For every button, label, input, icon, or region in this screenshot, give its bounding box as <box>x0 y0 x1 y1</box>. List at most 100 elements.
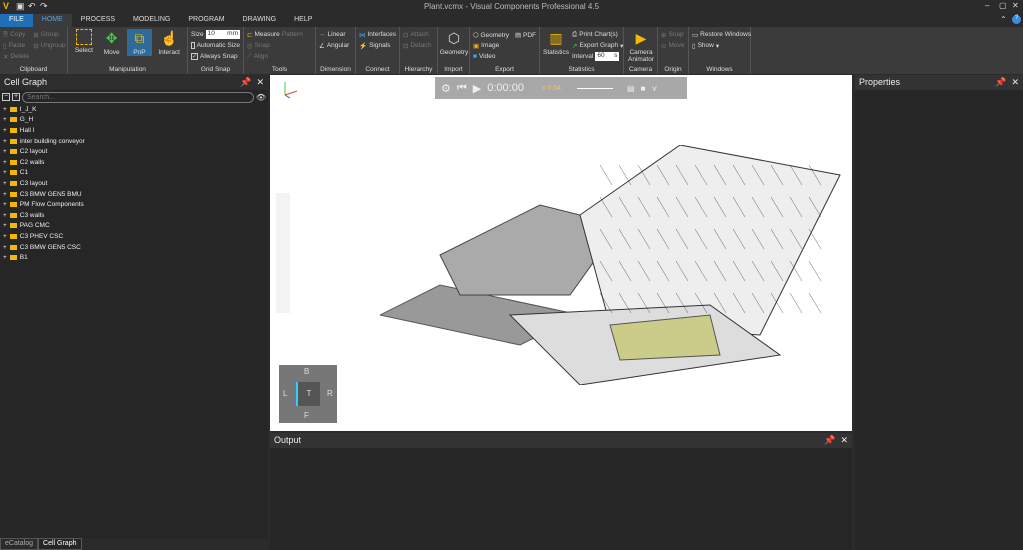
tree-item[interactable]: + C3 PHEV CSC <box>0 231 268 242</box>
origin-move-button[interactable]: ⊙ Move <box>661 40 685 51</box>
video-record-icon[interactable]: ■ <box>641 84 646 93</box>
tree-item[interactable]: + C2 walls <box>0 157 268 168</box>
tree-item[interactable]: + I_J_K <box>0 104 268 115</box>
collapse-ribbon-icon[interactable]: ⌃ <box>1000 15 1007 24</box>
tab-help[interactable]: HELP <box>285 14 321 27</box>
close-icon[interactable]: ✕ <box>256 77 264 87</box>
show-button[interactable]: ▯ Show ▾ <box>692 40 747 51</box>
detach-button[interactable]: ⊡ Detach <box>403 40 434 51</box>
play-button[interactable]: ▶ <box>473 82 481 95</box>
attach-button[interactable]: ⊡ Attach <box>403 29 434 40</box>
paste-button[interactable]: ▯ Paste <box>3 40 29 51</box>
speed-slider[interactable] <box>577 87 614 89</box>
filter-icon[interactable]: ⋎ <box>651 84 657 93</box>
expand-icon[interactable]: + <box>3 233 7 240</box>
tree-item[interactable]: + C3 walls <box>0 210 268 221</box>
expand-icon[interactable]: + <box>3 180 7 187</box>
navigation-cube[interactable]: B L T R F <box>279 365 337 423</box>
copy-button[interactable]: ⎘ Copy <box>3 29 29 40</box>
tab-home[interactable]: HOME <box>32 14 72 27</box>
tab-file[interactable]: FILE <box>0 14 33 27</box>
interval-input[interactable]: 60 s <box>595 52 620 61</box>
tab-ecatalog[interactable]: eCatalog <box>0 538 39 550</box>
select-button[interactable]: Select <box>71 29 97 54</box>
expand-icon[interactable]: + <box>3 138 7 145</box>
cube-face-top[interactable]: T <box>296 382 320 406</box>
snap-button[interactable]: ◎ Snap <box>247 40 312 51</box>
cube-face-left[interactable]: L <box>283 389 287 398</box>
cube-face-back[interactable]: B <box>304 367 309 376</box>
cube-face-right[interactable]: R <box>327 389 333 398</box>
interact-button[interactable]: ☝ Interact <box>154 29 184 56</box>
pin-icon[interactable]: 📌 <box>995 77 1006 87</box>
align-button[interactable]: ⟋ Align <box>247 51 312 62</box>
expand-icon[interactable]: + <box>3 116 7 123</box>
minimize-button[interactable]: – <box>985 1 989 10</box>
tree-item[interactable]: + B1 <box>0 252 268 263</box>
settings-icon[interactable]: ⚙ <box>441 82 451 95</box>
tree-item[interactable]: + inter building conveyor <box>0 136 268 147</box>
automatic-size-checkbox[interactable]: Automatic Size <box>191 40 240 51</box>
export-graph-button[interactable]: ↗ Export Graph ▾ <box>572 40 623 51</box>
expand-icon[interactable]: + <box>3 159 7 166</box>
close-icon[interactable]: ✕ <box>1011 77 1019 87</box>
size-input[interactable]: 10 mm <box>205 30 240 39</box>
expand-icon[interactable]: + <box>3 201 7 208</box>
ungroup-button[interactable]: ⊟ Ungroup <box>33 40 65 51</box>
video-button[interactable]: ■ Video <box>473 51 536 62</box>
tree-item[interactable]: + G_H <box>0 115 268 126</box>
reset-button[interactable]: ⏮ <box>457 82 467 95</box>
import-geometry-button[interactable]: ⬡ Geometry <box>440 29 469 56</box>
tree-item[interactable]: + C2 layout <box>0 146 268 157</box>
collapse-all-icon[interactable]: − <box>2 93 10 101</box>
help-icon[interactable]: ? <box>1012 15 1021 24</box>
pattern-button[interactable]: Pattern <box>282 31 303 38</box>
angular-button[interactable]: ∠ Angular <box>319 40 352 51</box>
always-snap-checkbox[interactable]: ✓ Always Snap <box>191 51 240 62</box>
pdf-button[interactable]: ▤ PDF <box>515 31 536 39</box>
visibility-icon[interactable]: 👁 <box>256 93 266 102</box>
tree-item[interactable]: + C1 <box>0 168 268 179</box>
pnp-button[interactable]: ⧉ PnP <box>126 29 153 56</box>
measure-button[interactable]: ⊏ Measure Pattern <box>247 29 312 40</box>
camera-animator-button[interactable]: ▶ Camera Animator <box>627 29 655 63</box>
3d-viewport[interactable]: ⚙ ⏮ ▶ 0:00:00 x 0.04 ▤ ■ ⋎ B L T R F <box>270 75 852 431</box>
tree-item[interactable]: + Hall I <box>0 125 268 136</box>
tab-modeling[interactable]: MODELING <box>124 14 179 27</box>
expand-icon[interactable]: + <box>3 254 7 261</box>
pin-icon[interactable]: 📌 <box>240 77 251 87</box>
close-button[interactable]: ✕ <box>1012 1 1019 10</box>
tab-process[interactable]: PROCESS <box>72 14 124 27</box>
signals-button[interactable]: ⚡ Signals <box>359 40 396 51</box>
pdf-icon[interactable]: ▤ <box>627 84 635 93</box>
move-button[interactable]: ✥ Move <box>99 29 125 56</box>
search-input[interactable] <box>22 91 254 103</box>
close-icon[interactable]: ✕ <box>840 435 848 445</box>
expand-all-icon[interactable]: + <box>12 93 20 101</box>
restore-windows-button[interactable]: ▭ Restore Windows <box>692 29 751 40</box>
tree-item[interactable]: + C3 layout <box>0 178 268 189</box>
maximize-button[interactable]: ▢ <box>999 1 1007 10</box>
tab-program[interactable]: PROGRAM <box>179 14 233 27</box>
image-button[interactable]: ▣ Image <box>473 40 536 51</box>
delete-button[interactable]: ✕ Delete <box>3 51 29 62</box>
expand-icon[interactable]: + <box>3 148 7 155</box>
group-button[interactable]: ⊞ Group <box>33 29 65 40</box>
view-toolbar[interactable] <box>276 193 290 313</box>
expand-icon[interactable]: + <box>3 191 7 198</box>
expand-icon[interactable]: + <box>3 169 7 176</box>
tree-item[interactable]: + PM Flow Components <box>0 199 268 210</box>
pin-icon[interactable]: 📌 <box>824 435 835 445</box>
tab-cell-graph[interactable]: Cell Graph <box>38 538 82 550</box>
expand-icon[interactable]: + <box>3 127 7 134</box>
print-charts-button[interactable]: ⎙ Print Chart(s) <box>572 29 623 40</box>
expand-icon[interactable]: + <box>3 106 7 113</box>
linear-button[interactable]: ↔ Linear <box>319 29 352 40</box>
expand-icon[interactable]: + <box>3 222 7 229</box>
interfaces-button[interactable]: ⋈ Interfaces <box>359 29 396 40</box>
tab-drawing[interactable]: DRAWING <box>234 14 286 27</box>
expand-icon[interactable]: + <box>3 244 7 251</box>
tree-item[interactable]: + C3 BMW GEN5 BMU <box>0 189 268 200</box>
tree-item[interactable]: + PAG CMC <box>0 221 268 232</box>
cube-face-front[interactable]: F <box>304 411 309 420</box>
